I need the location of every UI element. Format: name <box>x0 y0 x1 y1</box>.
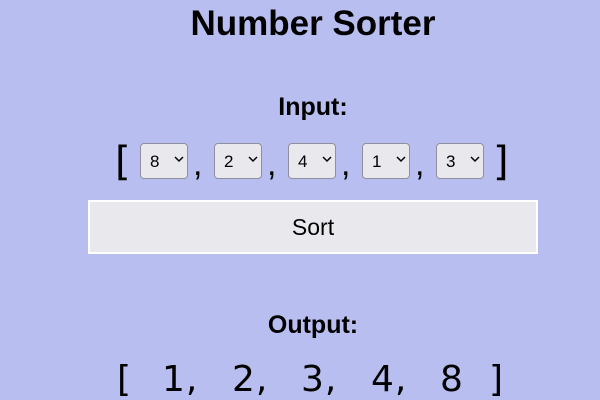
page-title: Number Sorter <box>190 4 436 43</box>
output-close-bracket: ] <box>489 359 505 400</box>
sort-button[interactable]: Sort <box>88 200 538 254</box>
number-select-1[interactable]: 123456789 <box>140 143 188 179</box>
output-item: 4, <box>371 359 408 400</box>
input-close-bracket: ] <box>493 139 509 185</box>
number-select-3[interactable]: 123456789 <box>288 143 336 179</box>
output-open-bracket: [ <box>117 359 133 400</box>
output-label: Output: <box>267 311 359 339</box>
number-select-5[interactable]: 123456789 <box>436 143 484 179</box>
number-sorter-page: Number Sorter Input: [ 123456789 , 12345… <box>0 0 600 400</box>
input-comma-3: , <box>341 145 351 183</box>
output-item: 2, <box>232 359 269 400</box>
input-label: Input: <box>278 93 348 121</box>
input-comma-2: , <box>267 145 277 183</box>
input-comma-1: , <box>193 145 203 183</box>
output-item: 1, <box>162 359 199 400</box>
input-comma-4: , <box>415 145 425 183</box>
output-item: 8 <box>440 359 464 400</box>
input-open-bracket: [ <box>115 139 131 185</box>
number-select-4[interactable]: 123456789 <box>362 143 410 179</box>
number-select-2[interactable]: 123456789 <box>214 143 262 179</box>
output-item: 3, <box>301 359 338 400</box>
